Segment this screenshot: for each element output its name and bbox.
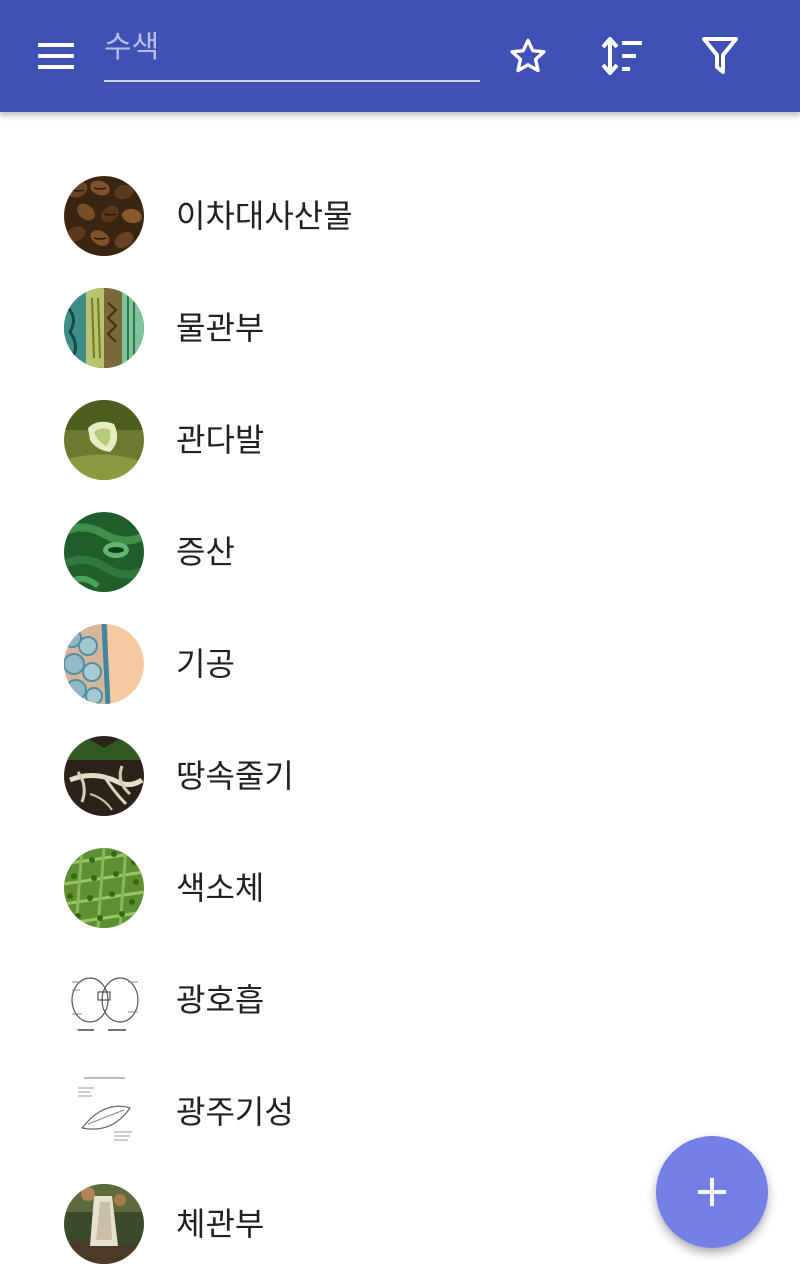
sort-button[interactable]	[592, 26, 652, 86]
vascular-bundle-thumbnail	[64, 400, 144, 480]
item-label: 기공	[176, 645, 235, 683]
item-label: 증산	[176, 533, 235, 571]
search-input[interactable]	[104, 22, 480, 72]
item-label: 관다발	[176, 421, 265, 459]
coffee-beans-thumbnail	[64, 176, 144, 256]
stomata-thumbnail	[64, 624, 144, 704]
item-label: 물관부	[176, 309, 265, 347]
phloem-thumbnail	[64, 1184, 144, 1264]
menu-button[interactable]	[16, 26, 96, 86]
list-item[interactable]: 증산	[0, 496, 800, 608]
list-item[interactable]: 색소체	[0, 832, 800, 944]
rhizome-thumbnail	[64, 736, 144, 816]
list-item[interactable]: 기공	[0, 608, 800, 720]
app-bar	[0, 0, 800, 112]
add-button[interactable]	[656, 1136, 768, 1248]
photoperiodism-diagram-thumbnail	[64, 1072, 144, 1152]
chloroplast-thumbnail	[64, 848, 144, 928]
xylem-thumbnail	[64, 288, 144, 368]
item-label: 광호흡	[176, 981, 265, 1019]
transpiration-thumbnail	[64, 512, 144, 592]
topic-list: 이차대사산물 물관부 관다발 증산 기공 땅속줄기 색소체 광호흡 광주기성 체…	[0, 160, 800, 1280]
photorespiration-diagram-thumbnail	[64, 960, 144, 1040]
list-item[interactable]: 관다발	[0, 384, 800, 496]
filter-button[interactable]	[690, 26, 750, 86]
menu-icon	[38, 43, 74, 69]
search-field	[104, 22, 480, 82]
sort-icon	[601, 37, 642, 75]
item-label: 체관부	[176, 1205, 265, 1243]
favorites-button[interactable]	[498, 26, 558, 86]
list-item[interactable]: 광호흡	[0, 944, 800, 1056]
filter-icon	[702, 37, 738, 74]
list-item[interactable]: 물관부	[0, 272, 800, 384]
item-label: 땅속줄기	[176, 757, 294, 795]
star-outline-icon	[510, 38, 546, 73]
item-label: 광주기성	[176, 1093, 294, 1131]
list-item[interactable]: 땅속줄기	[0, 720, 800, 832]
list-item[interactable]: 이차대사산물	[0, 160, 800, 272]
item-label: 이차대사산물	[176, 197, 353, 235]
plus-icon	[698, 1178, 726, 1206]
item-label: 색소체	[176, 869, 265, 907]
